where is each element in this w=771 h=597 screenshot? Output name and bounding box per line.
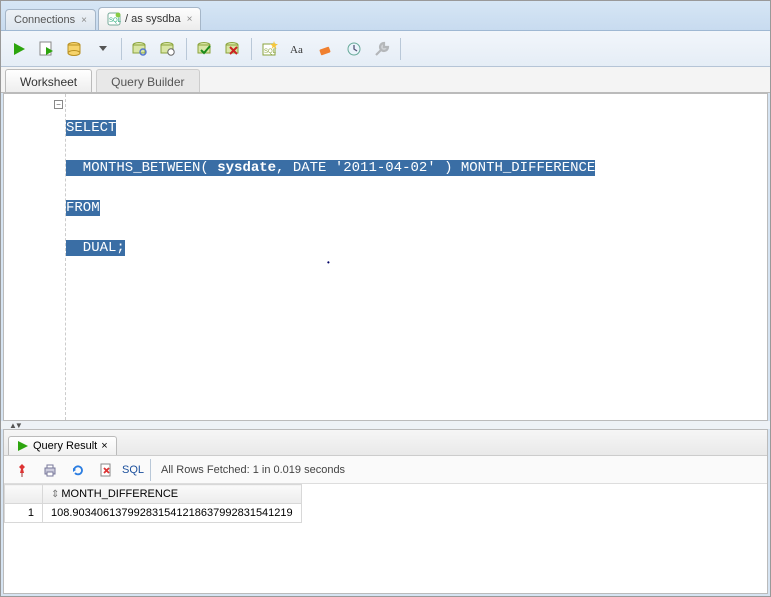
result-grid[interactable]: ⇕MONTH_DIFFERENCE 1 108.9034061379928315… (4, 484, 767, 593)
chevron-down-icon (99, 43, 107, 55)
dropdown-button[interactable] (91, 37, 115, 61)
separator (400, 38, 401, 60)
clear-button[interactable] (314, 37, 338, 61)
clock-icon (346, 41, 362, 57)
sql-tuning-button[interactable] (156, 37, 180, 61)
db-search-icon (132, 41, 148, 57)
run-script-button[interactable] (35, 37, 59, 61)
unshared-worksheet-button[interactable]: SQL (258, 37, 282, 61)
sort-icon: ⇕ (51, 489, 59, 500)
to-uppercase-button[interactable]: Aa (286, 37, 310, 61)
svg-text:SQL: SQL (109, 18, 121, 24)
tab-query-result-label: Query Result (33, 440, 97, 452)
svg-text:Aa: Aa (290, 44, 303, 56)
tab-worksheet-label: Worksheet (20, 75, 77, 89)
close-icon[interactable]: × (101, 440, 107, 452)
wrench-icon (374, 41, 390, 57)
column-header-label: MONTH_DIFFERENCE (61, 488, 178, 500)
code-area[interactable]: SELECT MONTHS_BETWEEN( sysdate, DATE '20… (66, 94, 767, 420)
db-check-icon (197, 41, 213, 57)
row-number-header[interactable] (5, 485, 43, 504)
refresh-icon (71, 463, 85, 477)
sql-file-icon: SQL (107, 12, 121, 26)
editor-gutter: − (4, 94, 66, 420)
close-icon[interactable]: × (187, 14, 193, 25)
print-button[interactable] (38, 458, 62, 482)
tab-session-label: / as sysdba (125, 13, 181, 25)
sql-token: DUAL; (66, 240, 125, 256)
separator (150, 459, 151, 481)
commit-button[interactable] (193, 37, 217, 61)
sql-star-icon: SQL (262, 41, 278, 57)
db-gear-icon (67, 41, 83, 57)
tab-query-result[interactable]: Query Result × (8, 436, 117, 455)
sql-token: FROM (66, 200, 100, 216)
run-statement-button[interactable] (7, 37, 31, 61)
play-icon (12, 42, 26, 56)
refresh-button[interactable] (66, 458, 90, 482)
sql-token: sysdate (217, 160, 276, 176)
cancel-button[interactable] (94, 458, 118, 482)
result-table: ⇕MONTH_DIFFERENCE 1 108.9034061379928315… (4, 484, 302, 523)
printer-icon (43, 463, 57, 477)
rollback-button[interactable] (221, 37, 245, 61)
db-x-icon (225, 41, 241, 57)
result-toolbar: SQL All Rows Fetched: 1 in 0.019 seconds (4, 456, 767, 484)
dbms-output-button[interactable] (370, 37, 394, 61)
sql-link[interactable]: SQL (122, 464, 144, 476)
caret-indicator: • (326, 254, 331, 274)
table-row[interactable]: 1 108.9034061379928315412186379928315412… (5, 504, 302, 523)
table-header-row: ⇕MONTH_DIFFERENCE (5, 485, 302, 504)
text-case-icon: Aa (290, 42, 306, 56)
separator (121, 38, 122, 60)
explain-plan-button[interactable] (128, 37, 152, 61)
sql-editor[interactable]: − SELECT MONTHS_BETWEEN( sysdate, DATE '… (3, 93, 768, 421)
autotrace-button[interactable] (63, 37, 87, 61)
db-clock-icon (160, 41, 176, 57)
fold-toggle[interactable]: − (54, 100, 63, 109)
result-tab-bar: Query Result × (4, 430, 767, 456)
splitter-handle[interactable]: ▲▼ (1, 421, 770, 429)
pin-icon (15, 463, 29, 477)
close-icon[interactable]: × (81, 15, 87, 26)
result-panel: Query Result × SQL All Rows Fetched: 1 i… (3, 429, 768, 594)
tab-connections[interactable]: Connections × (5, 9, 96, 30)
tab-session[interactable]: SQL / as sysdba × (98, 7, 201, 30)
sql-token: SELECT (66, 120, 116, 136)
separator (186, 38, 187, 60)
sql-token: MONTHS_BETWEEN( (66, 160, 217, 176)
script-play-icon (39, 41, 55, 57)
column-header[interactable]: ⇕MONTH_DIFFERENCE (43, 485, 302, 504)
main-toolbar: SQL Aa (1, 31, 770, 67)
tab-query-builder-label: Query Builder (111, 75, 184, 89)
tab-connections-label: Connections (14, 14, 75, 26)
pin-button[interactable] (10, 458, 34, 482)
data-cell[interactable]: 108.903406137992831541218637992831541219 (43, 504, 302, 523)
eraser-icon (318, 41, 334, 57)
editor-subtabs: Worksheet Query Builder (1, 67, 770, 93)
svg-text:SQL: SQL (264, 49, 277, 55)
top-tab-bar: Connections × SQL / as sysdba × (1, 1, 770, 31)
tab-query-builder[interactable]: Query Builder (96, 69, 199, 92)
play-icon (17, 440, 29, 452)
status-text: All Rows Fetched: 1 in 0.019 seconds (161, 464, 345, 476)
sql-history-button[interactable] (342, 37, 366, 61)
separator (251, 38, 252, 60)
sql-token: , DATE '2011-04-02' ) MONTH_DIFFERENCE (276, 160, 595, 176)
doc-x-icon (99, 463, 113, 477)
tab-worksheet[interactable]: Worksheet (5, 69, 92, 92)
row-number-cell: 1 (5, 504, 43, 523)
